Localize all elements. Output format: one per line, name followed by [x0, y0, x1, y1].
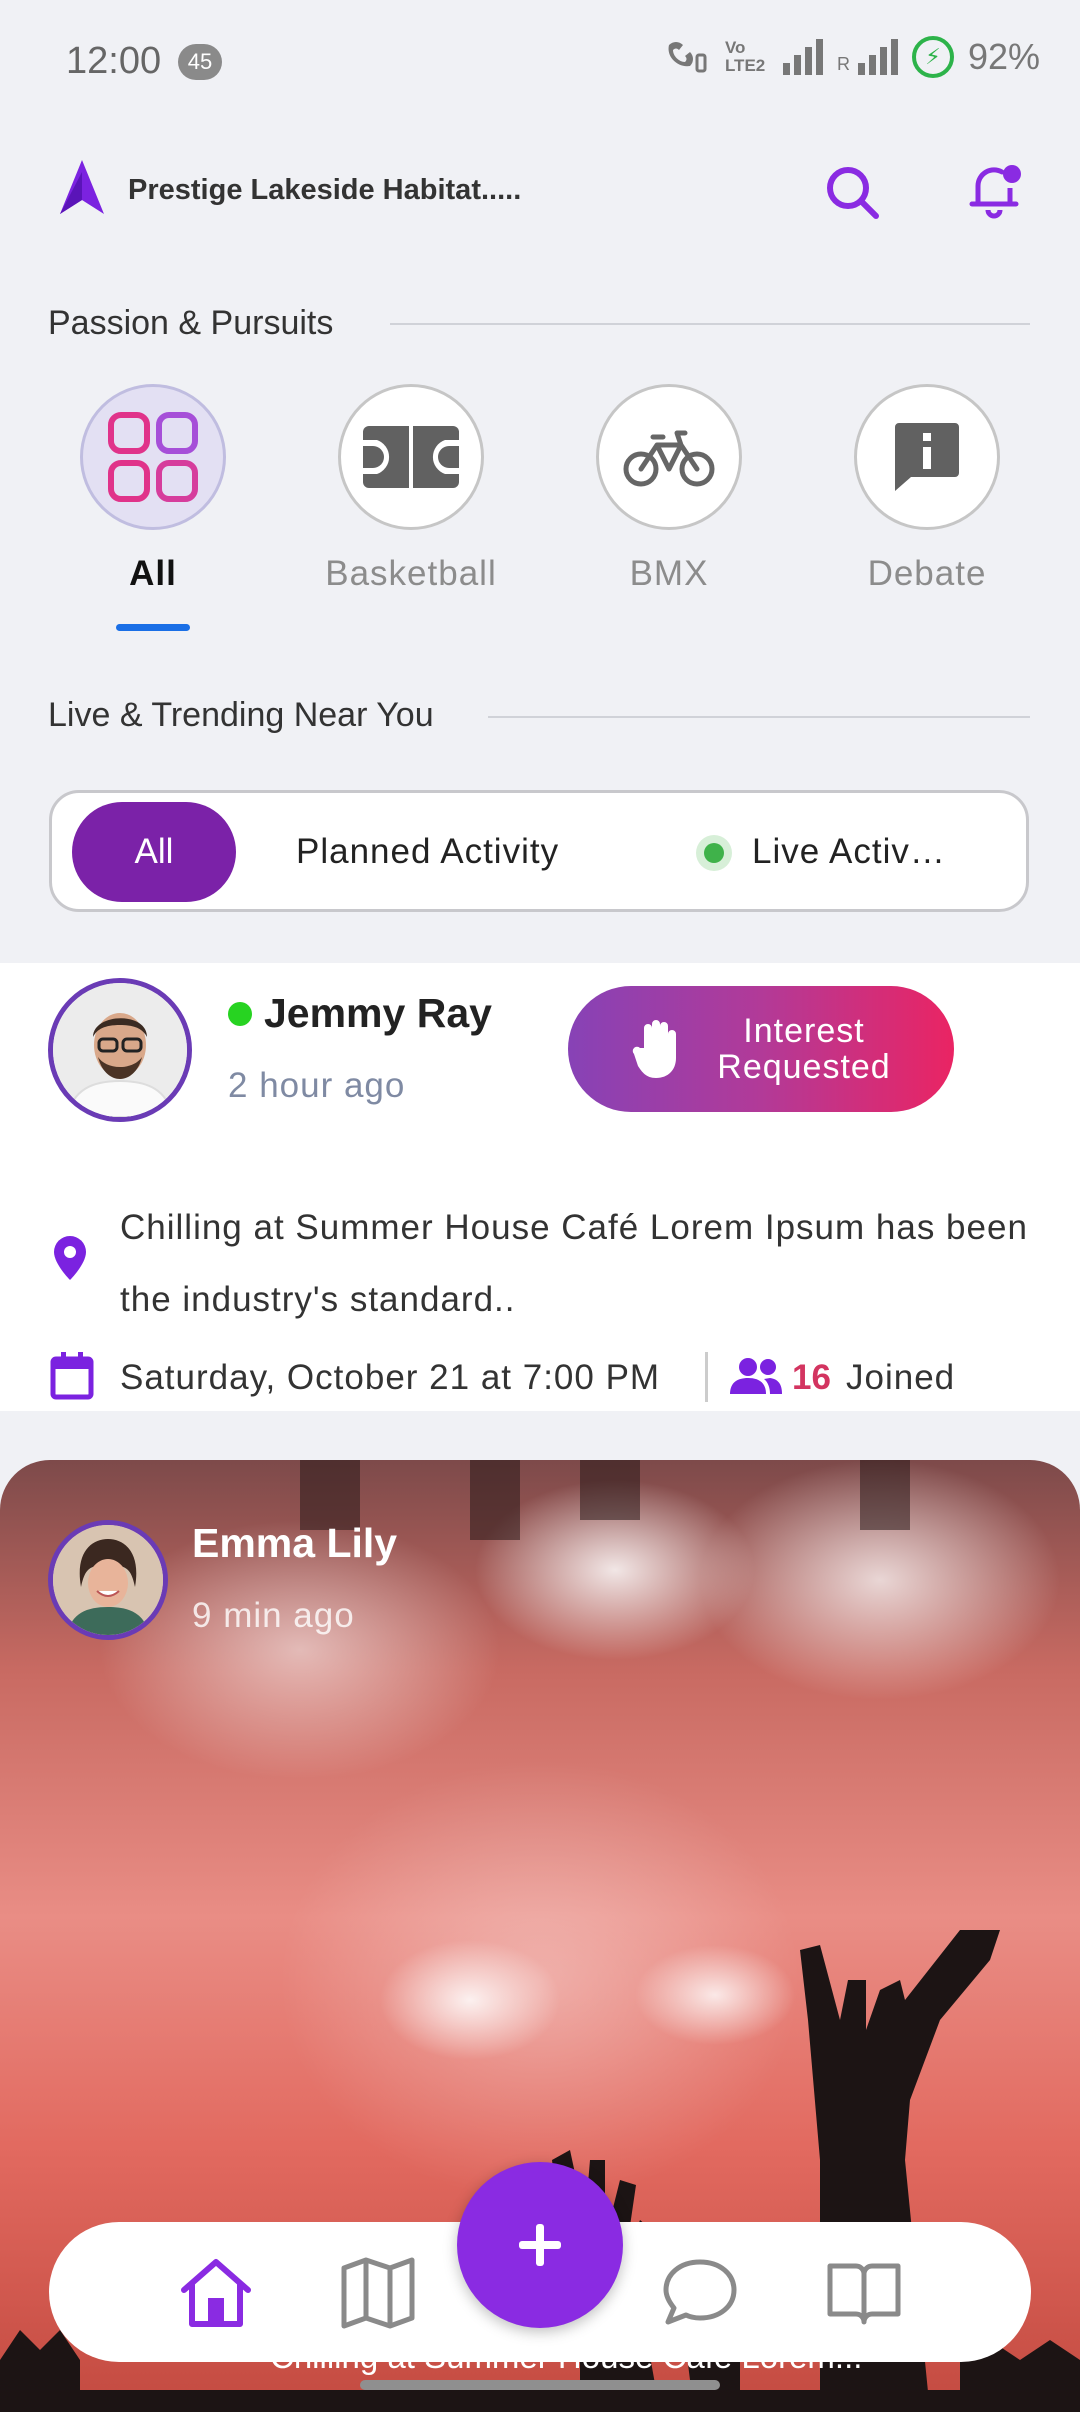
avatar[interactable] — [48, 1520, 168, 1640]
people-icon — [730, 1358, 782, 1394]
filter-all-button[interactable]: All — [72, 802, 236, 902]
post-user-name[interactable]: Jemmy Ray — [264, 990, 492, 1037]
roaming-signal-icon: R — [837, 39, 898, 75]
post-description: Chilling at Summer House Café Lorem Ipsu… — [120, 1208, 1028, 1319]
category-basketball-label: Basketball — [325, 554, 497, 593]
category-bmx-label: BMX — [629, 554, 709, 593]
grid-icon — [108, 412, 198, 502]
search-icon[interactable] — [820, 160, 884, 224]
app-logo-icon — [60, 160, 104, 214]
section-divider — [488, 716, 1030, 718]
notification-bell-icon[interactable] — [962, 158, 1026, 222]
network-type-label: Vo LTE2 — [724, 38, 766, 75]
battery-percent: 92% — [967, 36, 1040, 77]
notification-count-badge: 45 — [178, 44, 222, 80]
home-indicator — [360, 2380, 720, 2390]
online-status-indicator — [228, 1002, 252, 1026]
filter-live-button[interactable]: Live Activ… — [752, 832, 946, 872]
trending-section-title: Live & Trending Near You — [48, 696, 434, 734]
calendar-icon — [50, 1352, 94, 1400]
signal-strength-icon — [782, 39, 823, 75]
chat-icon[interactable] — [660, 2252, 740, 2332]
post-user-name[interactable]: Emma Lily — [192, 1520, 397, 1567]
joined-count: 16 — [792, 1358, 831, 1397]
home-icon[interactable] — [176, 2252, 256, 2332]
category-basketball-circle[interactable] — [338, 384, 484, 530]
basketball-court-icon — [363, 426, 459, 488]
avatar-image — [53, 983, 187, 1117]
category-bmx-circle[interactable] — [596, 384, 742, 530]
status-time: 12:00 — [66, 40, 162, 82]
avatar-image — [53, 1525, 163, 1635]
category-basketball[interactable]: Basketball — [325, 384, 496, 594]
raised-hand-icon — [632, 1020, 676, 1078]
bicycle-icon — [623, 430, 715, 487]
category-debate-circle[interactable] — [854, 384, 1000, 530]
post-time: 2 hour ago — [228, 1066, 406, 1105]
location-pin-icon — [54, 1236, 86, 1280]
category-all-label: All — [129, 554, 177, 593]
system-icons: Vo LTE2 R ⚡ 92% — [663, 36, 1040, 78]
interest-button-label: Interest Requested — [717, 1012, 891, 1086]
post-time: 9 min ago — [192, 1596, 355, 1635]
battery-charging-icon: ⚡ — [911, 36, 954, 78]
category-bmx[interactable]: BMX — [594, 384, 744, 594]
add-activity-button[interactable] — [457, 2162, 623, 2328]
interest-requested-button[interactable]: Interest Requested — [568, 986, 954, 1112]
selected-category-indicator — [116, 624, 190, 631]
category-debate[interactable]: Debate — [852, 384, 1002, 594]
passion-section-title: Passion & Pursuits — [48, 304, 334, 342]
avatar[interactable] — [48, 978, 192, 1122]
divider — [705, 1352, 708, 1402]
live-indicator-icon — [696, 835, 732, 871]
category-all-circle[interactable] — [80, 384, 226, 530]
event-date: Saturday, October 21 at 7:00 PM — [120, 1358, 661, 1397]
category-debate-label: Debate — [867, 554, 987, 593]
category-all[interactable]: All — [78, 384, 228, 594]
filter-planned-button[interactable]: Planned Activity — [296, 832, 559, 872]
section-divider — [390, 323, 1030, 325]
add-icon — [519, 2224, 561, 2266]
status-bar: 12:00 45 Vo LTE2 R ⚡ 92% — [0, 0, 1080, 120]
book-icon[interactable] — [824, 2252, 904, 2332]
wifi-call-icon — [668, 42, 707, 73]
location-title[interactable]: Prestige Lakeside Habitat..... — [128, 174, 521, 207]
joined-label: Joined — [846, 1358, 956, 1397]
info-chat-icon — [895, 423, 959, 491]
map-icon[interactable] — [338, 2252, 418, 2332]
